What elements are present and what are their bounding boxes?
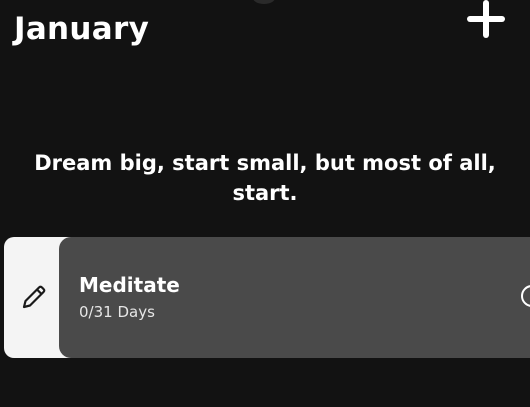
habit-progress: 0/31 Days [79, 303, 155, 321]
month-title: January [14, 11, 150, 47]
habit-card[interactable]: Meditate 0/31 Days [59, 237, 530, 358]
habit-screen: January Dream big, start small, but most… [0, 0, 530, 407]
motivational-quote: Dream big, start small, but most of all,… [34, 151, 496, 205]
camera-notch [253, 0, 275, 4]
habit-name: Meditate [79, 273, 180, 297]
circle-check-icon[interactable] [521, 285, 530, 307]
plus-icon [467, 0, 505, 38]
add-habit-button[interactable] [462, 0, 510, 44]
pencil-icon [22, 285, 46, 309]
habit-row: Meditate 0/31 Days [4, 237, 530, 358]
